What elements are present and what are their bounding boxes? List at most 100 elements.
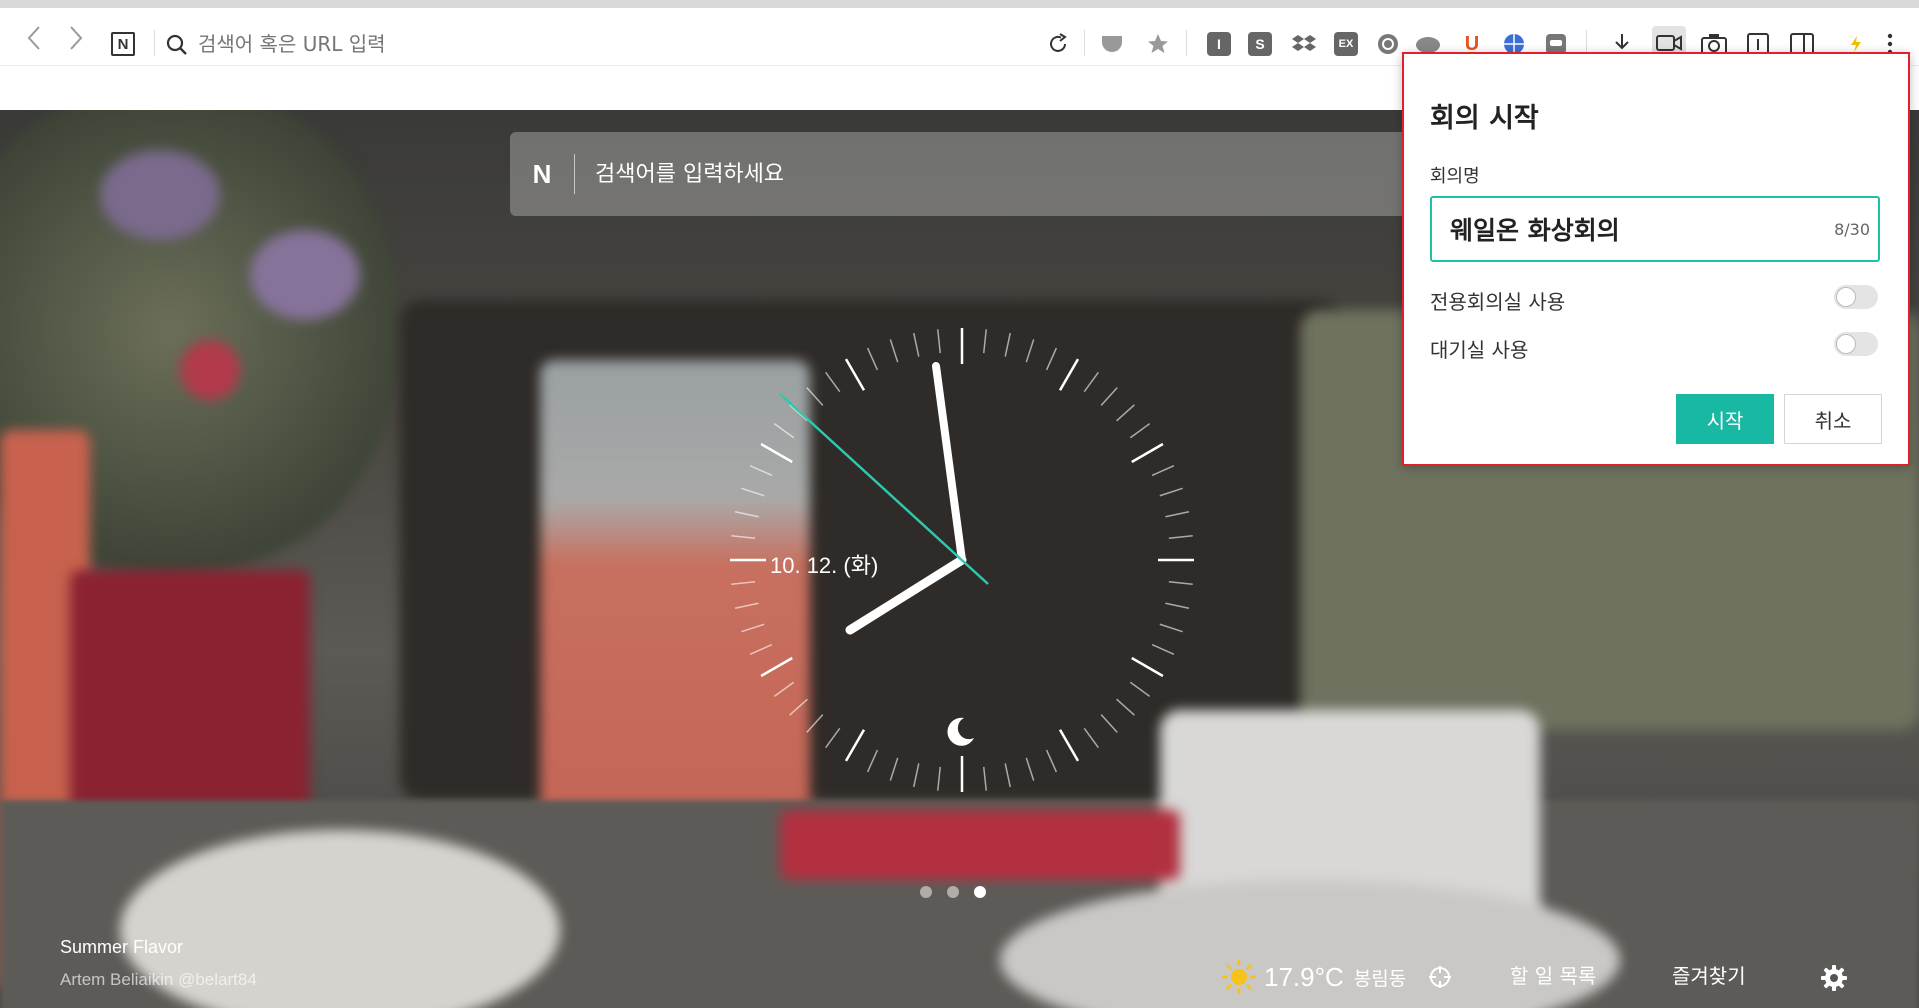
location-target-icon[interactable]: [1428, 965, 1452, 989]
clock-minute-tick: [1004, 332, 1011, 357]
char-counter: 8/30: [1834, 220, 1870, 239]
slide-dot-2[interactable]: [947, 886, 959, 898]
clock-minute-tick: [1100, 387, 1118, 406]
clock-minute-tick: [1100, 714, 1118, 733]
reload-button[interactable]: [1044, 30, 1072, 58]
clock-minute-tick: [789, 404, 808, 422]
clock-minute-tick: [731, 580, 756, 585]
clock-minute-tick: [731, 535, 756, 540]
clock-hour-tick: [844, 729, 866, 762]
clock-minute-tick: [1168, 580, 1193, 585]
dedicated-room-toggle[interactable]: [1834, 285, 1878, 309]
weather-widget[interactable]: 17.9°C 봉림동: [1222, 960, 1452, 994]
clock-minute-tick: [734, 511, 759, 518]
clock-minute-tick: [1159, 623, 1183, 633]
pocket-button[interactable]: [1098, 30, 1126, 58]
clock-minute-tick: [749, 643, 773, 656]
clock-minute-tick: [982, 329, 987, 354]
settings-button[interactable]: [1820, 964, 1848, 992]
weather-temperature: 17.9°C: [1264, 961, 1344, 992]
flower: [250, 230, 360, 320]
clock-minute-tick: [913, 763, 920, 788]
clock-date: 10. 12. (화): [770, 553, 879, 578]
napkin: [780, 810, 1180, 880]
clock-minute-tick: [913, 332, 920, 357]
clock-minute-tick: [806, 387, 824, 406]
meeting-start-popup: 회의 시작 회의명 8/30 전용회의실 사용 대기실 사용 시작 취소: [1402, 52, 1910, 466]
clock-hour-tick: [1131, 442, 1164, 464]
clock-minute-tick: [806, 714, 824, 733]
clock-minute-tick: [1045, 347, 1058, 371]
moon-icon: [947, 717, 974, 746]
meeting-name-field[interactable]: 8/30: [1430, 196, 1880, 262]
toggle-knob: [1836, 334, 1856, 354]
bolt-icon: [1851, 36, 1861, 52]
clock-minute-tick: [825, 727, 841, 749]
main-search-box[interactable]: N: [510, 132, 1410, 216]
extension-translate[interactable]: [1374, 30, 1402, 58]
slide-pagination: [920, 886, 986, 898]
video-camera-icon: [1656, 35, 1682, 51]
todo-link[interactable]: 할 일 목록: [1510, 960, 1596, 989]
clock-minute-tick: [741, 623, 765, 633]
popup-title: 회의 시작: [1430, 103, 1539, 134]
main-search-input[interactable]: [595, 161, 1295, 187]
clock-minute-tick: [1151, 464, 1175, 477]
meeting-name-label: 회의명: [1430, 166, 1480, 187]
clock-minute-tick: [1165, 602, 1190, 609]
photo-author[interactable]: Artem Beliaikin @belart84: [60, 970, 257, 990]
search-icon: [166, 34, 187, 55]
tab-strip: [0, 0, 1919, 8]
forward-button[interactable]: [62, 24, 90, 52]
toggle-knob: [1836, 287, 1856, 307]
clock-minute-tick: [789, 698, 808, 716]
extension-ex[interactable]: EX: [1332, 30, 1360, 58]
toolbar-divider: [1186, 30, 1187, 56]
clock-minute-tick: [734, 602, 759, 609]
slide-dot-3[interactable]: [974, 886, 986, 898]
slide-dot-1[interactable]: [920, 886, 932, 898]
weather-location: 봉림동: [1353, 967, 1407, 990]
reload-icon: [1050, 33, 1067, 52]
clock-minute-tick: [982, 766, 987, 791]
clock-minute-tick: [1083, 727, 1099, 749]
extension-dropbox[interactable]: [1290, 30, 1318, 58]
translate-icon: [1378, 34, 1398, 54]
star-icon: [1148, 34, 1168, 53]
bookmarks-link[interactable]: 즐겨찾기: [1672, 960, 1746, 989]
clock-minute-tick: [1004, 763, 1011, 788]
clock-minute-tick: [1165, 511, 1190, 518]
extension-s[interactable]: S: [1246, 30, 1274, 58]
clock-minute-tick: [1168, 535, 1193, 540]
home-button[interactable]: N: [111, 32, 135, 56]
minute-hand: [932, 362, 966, 564]
clock-minute-tick: [1116, 698, 1135, 716]
clock-hour-tick: [1131, 656, 1164, 678]
clock-hour-tick: [844, 358, 866, 391]
ext-ex-icon: EX: [1334, 32, 1358, 56]
waiting-room-label: 대기실 사용: [1430, 338, 1529, 362]
flower: [180, 340, 240, 400]
clock-minute-tick: [866, 749, 879, 773]
clock-hour-tick: [760, 656, 793, 678]
url-input[interactable]: [198, 28, 998, 60]
sun-icon: [1222, 960, 1256, 994]
clock-minute-tick: [937, 329, 942, 354]
bookmark-star-button[interactable]: [1144, 30, 1172, 58]
back-button[interactable]: [20, 24, 48, 52]
clock-minute-tick: [773, 681, 795, 697]
start-button[interactable]: 시작: [1676, 394, 1774, 444]
gear-icon: [1821, 965, 1847, 991]
flower: [100, 150, 220, 240]
toolbar-divider: [1084, 30, 1085, 56]
clock-minute-tick: [1129, 681, 1151, 697]
clock-minute-tick: [1025, 757, 1035, 781]
dropbox-icon: [1292, 35, 1316, 51]
chevron-left-icon: [27, 26, 40, 50]
extension-i[interactable]: I: [1205, 30, 1233, 58]
cancel-button[interactable]: 취소: [1784, 394, 1882, 444]
meeting-name-input[interactable]: [1450, 214, 1810, 244]
ext-s-icon: S: [1248, 32, 1272, 56]
waiting-room-toggle[interactable]: [1834, 332, 1878, 356]
clock-hour-tick: [1058, 729, 1080, 762]
